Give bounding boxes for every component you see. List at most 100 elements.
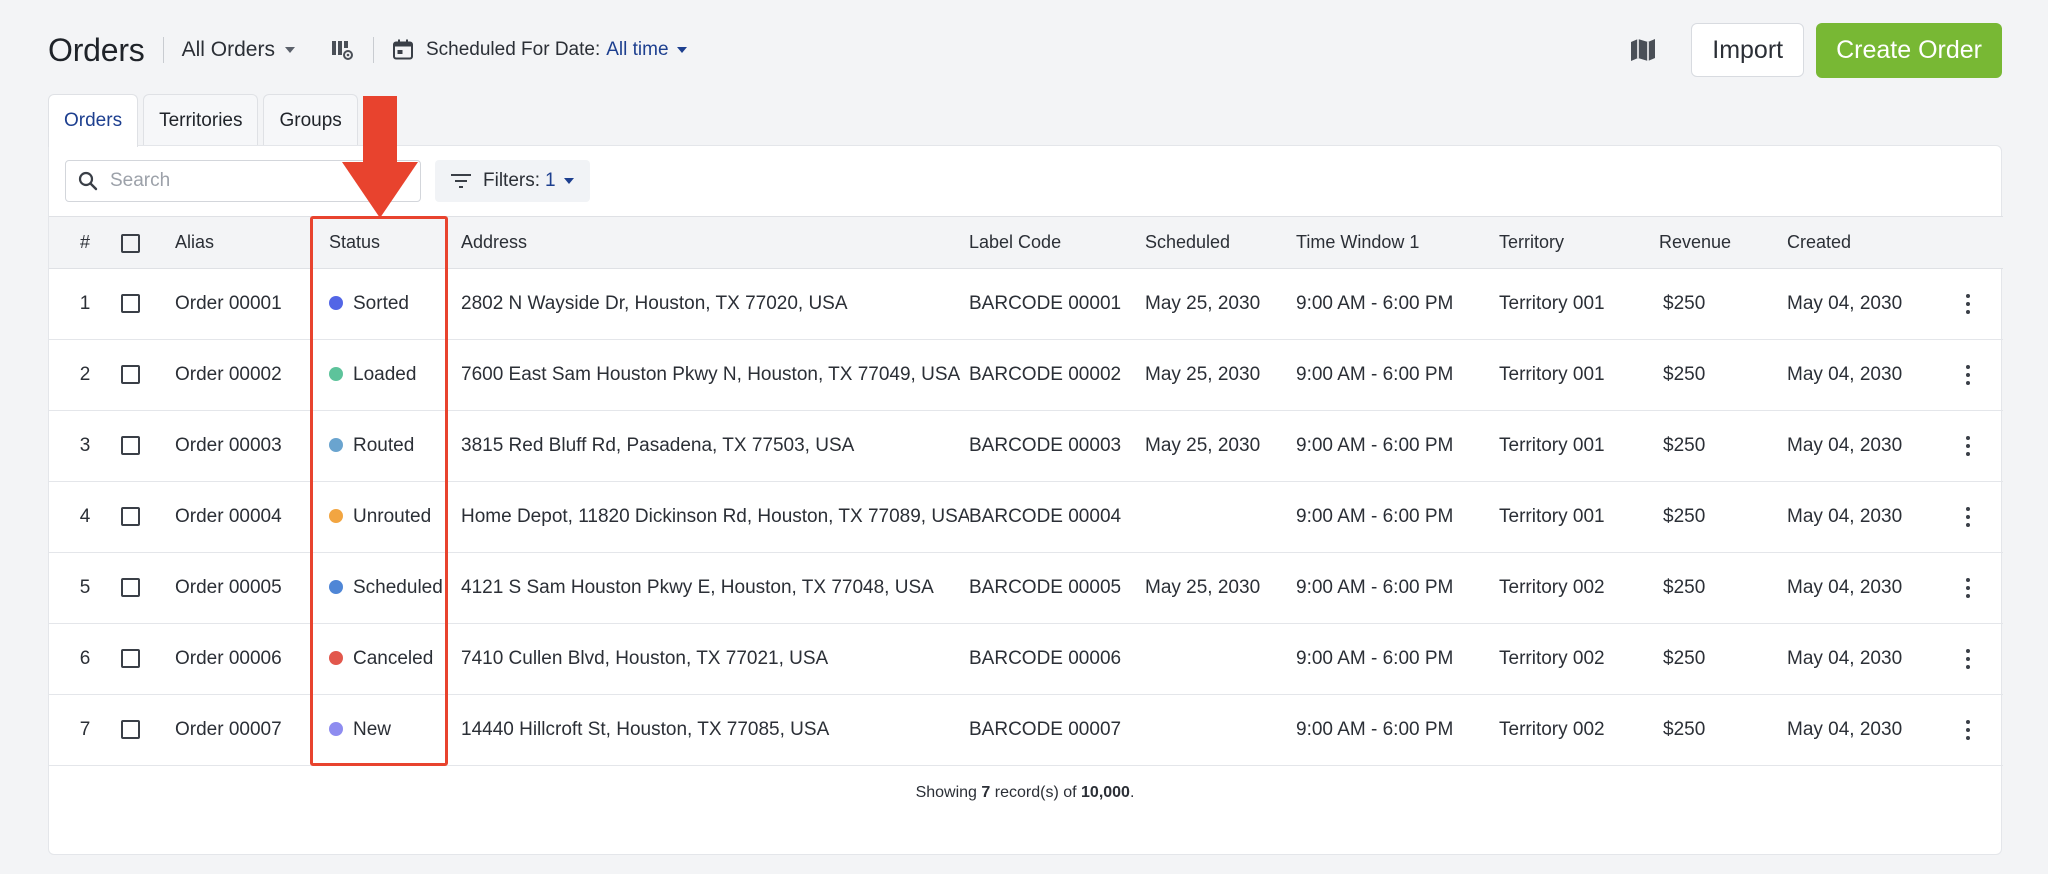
order-status: Loaded <box>317 340 461 411</box>
table-row[interactable]: 1 Order 00001 Sorted 2802 N Wayside Dr, Hou… <box>49 269 2003 340</box>
status-dot <box>329 650 343 665</box>
tab-territories[interactable]: Territories <box>143 94 259 146</box>
select-all-checkbox[interactable] <box>121 233 140 253</box>
table-row[interactable]: 6 Order 00006 Canceled 7410 Cullen Blvd, Ho… <box>49 624 2003 695</box>
table-row[interactable]: 7 Order 00007 New 14440 Hillcroft St, Houst… <box>49 695 2003 766</box>
table-row[interactable]: 2 Order 00002 Loaded 7600 East Sam Houston … <box>49 340 2003 411</box>
order-revenue: $250 <box>1663 293 1706 314</box>
order-alias[interactable]: Order 00001 <box>175 269 317 340</box>
row-checkbox[interactable] <box>121 507 140 527</box>
column-header-label-code[interactable]: Label Code <box>969 216 1145 269</box>
table-row[interactable]: 5 Order 00005 Scheduled 4121 S Sam Houston … <box>49 553 2003 624</box>
kebab-menu-icon[interactable] <box>1958 363 1978 387</box>
order-revenue: $250 <box>1663 719 1706 740</box>
status-dot <box>329 295 343 310</box>
order-created: May 04, 2030 <box>1787 364 1903 385</box>
order-status: Canceled <box>317 624 461 695</box>
order-alias[interactable]: Order 00005 <box>175 553 317 624</box>
table-row[interactable]: 4 Order 00004 Unrouted Home Depot, 11820 Di… <box>49 482 2003 553</box>
create-order-button[interactable]: Create Order <box>1816 22 2002 78</box>
row-checkbox[interactable] <box>121 294 140 314</box>
row-number: 7 <box>79 719 91 740</box>
order-alias[interactable]: Order 00004 <box>175 482 317 553</box>
order-revenue: $250 <box>1663 506 1706 527</box>
chevron-down-icon <box>284 47 295 53</box>
status-label: Routed <box>353 435 415 456</box>
tab-groups[interactable]: Groups <box>263 94 358 146</box>
order-time-window: 9:00 AM - 6:00 PM <box>1296 293 1454 314</box>
search-box[interactable] <box>65 160 421 202</box>
order-alias[interactable]: Order 00006 <box>175 624 317 695</box>
order-time-window: 9:00 AM - 6:00 PM <box>1296 648 1454 669</box>
status-dot <box>329 508 343 523</box>
row-actions-cell <box>1933 624 2003 695</box>
order-alias[interactable]: Order 00002 <box>175 340 317 411</box>
import-button[interactable]: Import <box>1691 23 1805 77</box>
date-filter-value: All time <box>606 39 669 60</box>
order-alias[interactable]: Order 00007 <box>175 695 317 766</box>
tab-orders[interactable]: Orders <box>48 94 139 147</box>
status-label: New <box>353 719 392 740</box>
order-status: Scheduled <box>317 553 461 624</box>
row-number: 2 <box>79 364 91 385</box>
column-header-territory[interactable]: Territory <box>1499 216 1659 269</box>
records-shown: 7 <box>981 784 991 801</box>
column-header-alias[interactable]: Alias <box>175 216 317 269</box>
footer-suffix: . <box>1129 784 1135 801</box>
order-address: 3815 Red Bluff Rd, Pasadena, TX 77503, U… <box>461 435 855 456</box>
search-icon <box>78 171 98 191</box>
column-header-address[interactable]: Address <box>461 216 969 269</box>
row-number: 5 <box>79 577 91 598</box>
columns-settings-button[interactable] <box>329 37 355 63</box>
map-view-button[interactable] <box>1623 30 1663 70</box>
search-input[interactable] <box>110 170 390 192</box>
order-scheduled <box>1145 482 1296 553</box>
kebab-menu-icon[interactable] <box>1958 505 1978 529</box>
order-alias[interactable]: Order 00003 <box>175 411 317 482</box>
row-checkbox[interactable] <box>121 578 140 598</box>
column-header-revenue[interactable]: Revenue <box>1659 216 1787 269</box>
row-select-cell <box>121 482 175 553</box>
row-checkbox[interactable] <box>121 436 140 456</box>
filters-label: Filters: <box>483 170 540 191</box>
order-status: Routed <box>317 411 461 482</box>
table-row[interactable]: 3 Order 00003 Routed 3815 Red Bluff Rd, Pas… <box>49 411 2003 482</box>
status-label: Unrouted <box>353 506 432 527</box>
scheduled-date-filter[interactable]: Scheduled For Date: All time <box>392 39 687 61</box>
kebab-menu-icon[interactable] <box>1958 647 1978 671</box>
footer-prefix: Showing <box>915 784 977 801</box>
column-header-created[interactable]: Created <box>1787 216 1933 269</box>
row-select-cell <box>121 695 175 766</box>
column-header-time-window[interactable]: Time Window 1 <box>1296 216 1499 269</box>
row-checkbox[interactable] <box>121 649 140 669</box>
date-filter-label: Scheduled For Date: <box>425 39 601 60</box>
status-label: Canceled <box>353 648 434 669</box>
column-header-status[interactable]: Status <box>317 216 461 269</box>
kebab-menu-icon[interactable] <box>1958 576 1978 600</box>
page-title: Orders <box>48 31 145 68</box>
view-select[interactable]: All Orders <box>182 38 295 62</box>
header-divider <box>162 37 164 63</box>
row-actions-cell <box>1933 269 2003 340</box>
column-header-select[interactable] <box>121 216 175 269</box>
row-select-cell <box>121 269 175 340</box>
row-number: 1 <box>79 293 91 314</box>
order-label-code: BARCODE 00005 <box>969 577 1122 598</box>
row-checkbox[interactable] <box>121 720 140 740</box>
kebab-menu-icon[interactable] <box>1958 718 1978 742</box>
status-label: Sorted <box>353 293 409 314</box>
column-header-number[interactable]: # <box>49 216 121 269</box>
orders-table: # Alias Status Address Label Code Schedu… <box>49 216 2003 766</box>
order-label-code: BARCODE 00007 <box>969 719 1122 740</box>
row-select-cell <box>121 340 175 411</box>
filters-button[interactable]: Filters: 1 <box>435 160 590 202</box>
kebab-menu-icon[interactable] <box>1958 434 1978 458</box>
filter-icon <box>451 174 471 188</box>
order-scheduled: May 25, 2030 <box>1145 577 1261 598</box>
row-checkbox[interactable] <box>121 365 140 385</box>
order-scheduled <box>1145 624 1296 695</box>
kebab-menu-icon[interactable] <box>1958 292 1978 316</box>
status-dot <box>329 366 343 381</box>
order-address: 7410 Cullen Blvd, Houston, TX 77021, USA <box>461 648 829 669</box>
column-header-scheduled[interactable]: Scheduled <box>1145 216 1296 269</box>
